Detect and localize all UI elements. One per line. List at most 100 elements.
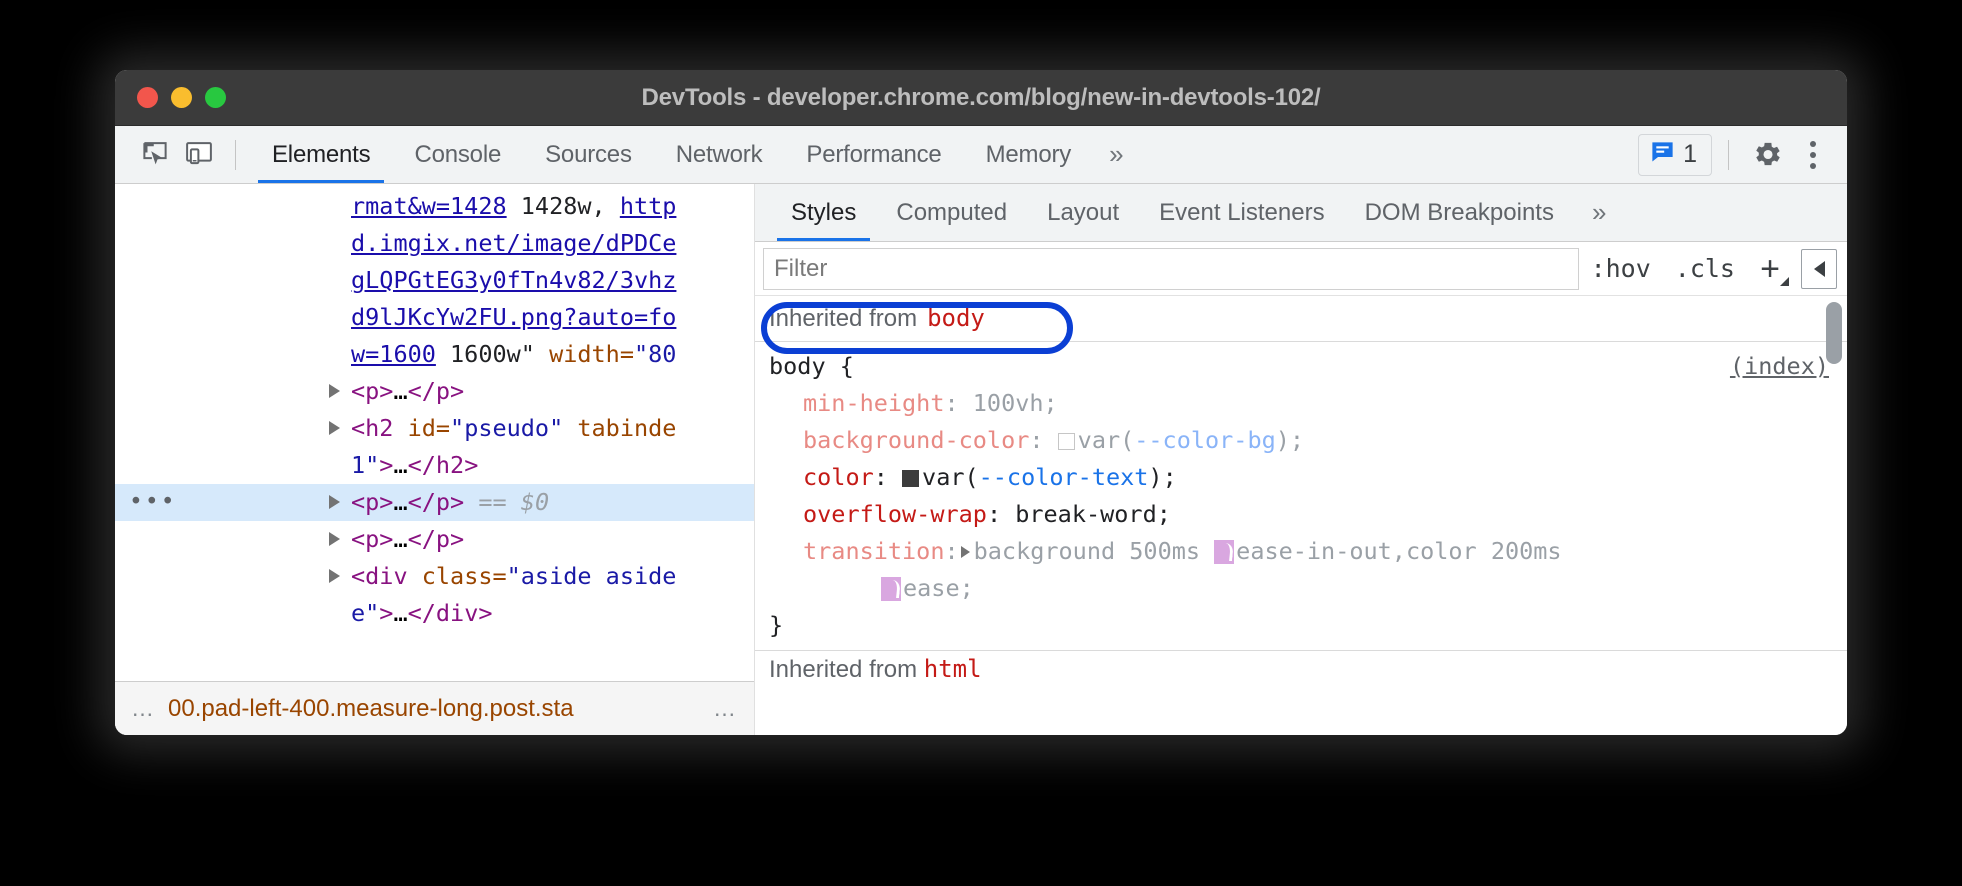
dom-token: == — [464, 488, 521, 516]
dom-token: "pseudo" — [450, 414, 563, 442]
tab-label: Console — [414, 141, 501, 169]
css-declaration-min-height[interactable]: min-height: 100vh; — [755, 385, 1847, 422]
dom-tree-node[interactable]: <div class="aside aside — [115, 558, 754, 595]
css-property[interactable]: background-color — [803, 426, 1029, 454]
hov-button[interactable]: :hov — [1579, 254, 1663, 283]
traffic-lights — [137, 87, 226, 108]
dom-tree-text-line[interactable]: e">…</div> — [115, 595, 754, 632]
maximize-window-button[interactable] — [205, 87, 226, 108]
tab-performance[interactable]: Performance — [784, 126, 963, 183]
css-source-link[interactable]: (index) — [1730, 348, 1829, 385]
tab-event-listeners[interactable]: Event Listeners — [1139, 184, 1344, 241]
css-declaration-transition-line2[interactable]: ease; — [755, 570, 1847, 607]
gear-icon[interactable] — [1745, 133, 1789, 177]
inspect-element-icon[interactable] — [133, 133, 177, 177]
color-swatch-icon[interactable] — [902, 470, 919, 487]
tab-network[interactable]: Network — [654, 126, 785, 183]
color-swatch-icon[interactable] — [1058, 433, 1075, 450]
css-value-suffix: ); — [1276, 426, 1304, 454]
message-icon — [1649, 139, 1676, 171]
tab-sources[interactable]: Sources — [523, 126, 654, 183]
device-toolbar-icon[interactable] — [177, 133, 221, 177]
dom-token: … — [393, 525, 407, 553]
expand-triangle-icon[interactable] — [329, 495, 340, 509]
dom-token: </p> — [408, 488, 465, 516]
css-variable-name[interactable]: --color-text — [979, 463, 1149, 491]
css-property[interactable]: min-height — [803, 389, 944, 417]
easing-curve-swatch-icon[interactable] — [881, 577, 901, 601]
dom-token: rmat&w=1428 — [351, 192, 507, 220]
inherited-from-html-header[interactable]: Inherited from html — [755, 651, 1847, 688]
dom-token: </div> — [408, 599, 493, 627]
dom-token: … — [393, 599, 407, 627]
tab-memory[interactable]: Memory — [964, 126, 1093, 183]
dom-tree-text-line[interactable]: gLQPGtEG3y0fTn4v82/3vhz — [115, 262, 754, 299]
dom-tree-text-line[interactable]: d.imgix.net/image/dPDCe — [115, 225, 754, 262]
breadcrumb-left-overflow[interactable]: … — [115, 695, 168, 722]
filter-input[interactable] — [763, 248, 1579, 290]
css-value-suffix: ); — [1148, 463, 1176, 491]
expand-triangle-icon[interactable] — [961, 546, 970, 558]
dom-tree[interactable]: rmat&w=1428 1428w, httpd.imgix.net/image… — [115, 184, 754, 681]
issues-message-badge[interactable]: 1 — [1638, 134, 1712, 176]
dom-token: "aside aside — [507, 562, 677, 590]
css-value-prefix: var( — [922, 463, 979, 491]
tab-computed[interactable]: Computed — [876, 184, 1027, 241]
cls-button[interactable]: .cls — [1663, 254, 1747, 283]
dom-tree-node[interactable]: •••<p>…</p> == $0 — [115, 484, 754, 521]
css-variable-name[interactable]: --color-bg — [1134, 426, 1275, 454]
dom-tree-text-line[interactable]: rmat&w=1428 1428w, http — [115, 188, 754, 225]
styles-vertical-scrollbar[interactable] — [1826, 302, 1842, 364]
tab-layout[interactable]: Layout — [1027, 184, 1139, 241]
dom-tree-text-line[interactable]: w=1600 1600w" width="80 — [115, 336, 754, 373]
toggle-sidebar-icon[interactable] — [1801, 249, 1837, 289]
dom-tree-node[interactable]: <h2 id="pseudo" tabinde — [115, 410, 754, 447]
dom-token: … — [393, 377, 407, 405]
node-overflow-dots[interactable]: ••• — [129, 484, 177, 521]
breadcrumb-right-overflow[interactable]: … — [703, 695, 754, 722]
more-styles-tabs-chevron-icon[interactable]: » — [1574, 184, 1624, 241]
tab-console[interactable]: Console — [392, 126, 523, 183]
tab-dom-breakpoints[interactable]: DOM Breakpoints — [1345, 184, 1574, 241]
dom-tree-node[interactable]: <p>…</p> — [115, 521, 754, 558]
inherited-selector[interactable]: html — [924, 655, 982, 683]
inherited-selector[interactable]: body — [927, 300, 985, 337]
css-value[interactable]: break-word; — [1015, 500, 1171, 528]
css-selector[interactable]: body { — [769, 352, 854, 380]
css-property[interactable]: color — [803, 463, 874, 491]
close-window-button[interactable] — [137, 87, 158, 108]
dom-tree-text-line[interactable]: d9lJKcYw2FU.png?auto=fo — [115, 299, 754, 336]
dom-token: http — [620, 192, 677, 220]
dom-tree-node[interactable]: <p>…</p> — [115, 373, 754, 410]
minimize-window-button[interactable] — [171, 87, 192, 108]
new-style-rule-button[interactable]: + — [1747, 247, 1793, 291]
tab-styles[interactable]: Styles — [771, 184, 876, 241]
css-declaration-overflow-wrap[interactable]: overflow-wrap: break-word; — [755, 496, 1847, 533]
kebab-menu-icon[interactable] — [1793, 133, 1833, 177]
breadcrumb-text[interactable]: 00.pad-left-400.measure-long.post.sta — [168, 695, 574, 723]
expand-triangle-icon[interactable] — [329, 384, 340, 398]
more-panels-chevron-icon[interactable]: » — [1093, 126, 1139, 183]
css-value[interactable]: 100vh; — [973, 389, 1058, 417]
panel-tabs: Elements Console Sources Network Perform… — [250, 126, 1139, 183]
css-property[interactable]: transition — [803, 537, 944, 565]
tab-elements[interactable]: Elements — [250, 126, 392, 183]
expand-triangle-icon[interactable] — [329, 569, 340, 583]
css-property[interactable]: overflow-wrap — [803, 500, 987, 528]
expand-triangle-icon[interactable] — [329, 421, 340, 435]
css-declaration-color[interactable]: color: var(--color-text); — [755, 459, 1847, 496]
easing-curve-swatch-icon[interactable] — [1214, 540, 1234, 564]
dropdown-triangle-icon — [1780, 277, 1789, 286]
expand-triangle-icon[interactable] — [329, 532, 340, 546]
dom-token: … — [393, 488, 407, 516]
css-declaration-background-color[interactable]: background-color: var(--color-bg); — [755, 422, 1847, 459]
styles-pane-tabs: Styles Computed Layout Event Listeners D… — [755, 184, 1847, 242]
styles-rules-body[interactable]: Inherited from body body { (index) min-h… — [755, 296, 1847, 735]
inherited-from-body-header[interactable]: Inherited from body — [755, 296, 1847, 342]
breadcrumb: … 00.pad-left-400.measure-long.post.sta … — [115, 681, 754, 735]
dom-token: w=1600 — [351, 340, 436, 368]
css-declaration-transition[interactable]: transition:background 500ms ease-in-out,… — [755, 533, 1847, 570]
dom-token: 1428w, — [507, 192, 620, 220]
dom-tree-text-line[interactable]: 1">…</h2> — [115, 447, 754, 484]
tab-label: Computed — [896, 199, 1007, 227]
